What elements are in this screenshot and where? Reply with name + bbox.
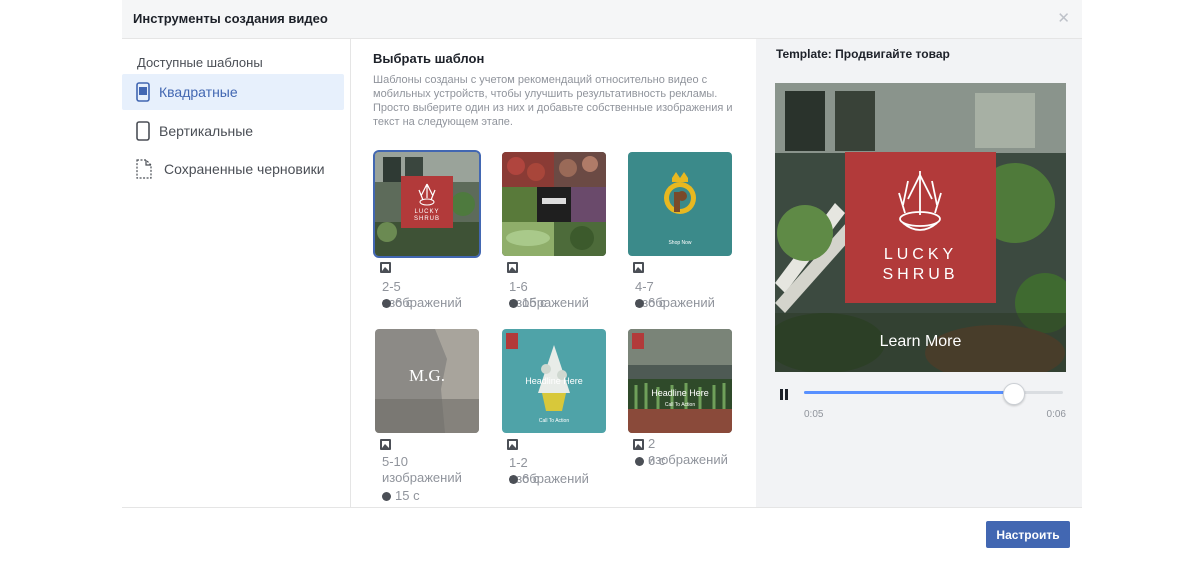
sidebar-item-vertical[interactable]: Вертикальные [122,113,344,149]
dialog-title: Инструменты создания видео [133,11,328,26]
sidebar-item-label: Вертикальные [159,123,254,139]
templates-title: Выбрать шаблон [373,51,485,66]
time-current: 0:05 [804,409,824,420]
thumb-headline-text: Headline Here [651,388,709,398]
video-preview[interactable]: LUCKY SHRUB Learn More [775,83,1066,372]
sidebar-item-label: Квадратные [159,84,238,100]
preview-brand-line1: LUCKY [883,246,958,263]
template-thumbnail[interactable]: Shop Now [628,152,732,256]
close-icon[interactable]: ✕ [1057,9,1070,27]
dialog-header: Инструменты создания видео ✕ [122,0,1082,39]
duration-value: 15 с [522,295,547,310]
thumb-brand-text: M.G. [409,366,445,385]
template-duration: 6 с [509,471,539,487]
template-duration: 6 с [635,453,665,469]
duration-value: 6 с [522,471,540,486]
sidebar-section-title: Доступные шаблоны [137,55,263,70]
clock-icon [382,492,391,502]
templates-panel: Выбрать шаблон Шаблоны созданы с учетом … [351,39,756,507]
image-icon [633,439,644,453]
template-images-count: 5-10 изображений [382,454,462,485]
template-thumbnail[interactable]: Headline Here Call To Action [628,329,732,433]
progress-knob[interactable] [1002,383,1025,405]
template-thumbnail[interactable]: LUCKY SHRUB [375,152,479,256]
image-icon [633,262,644,276]
clock-icon [509,475,518,485]
thumb-cta-text: Call To Action [538,418,570,424]
duration-value: 6 с [648,295,666,310]
square-phone-icon [136,82,150,107]
duration-value: 15 с [395,488,420,503]
pause-icon[interactable] [779,387,789,405]
sidebar-item-square[interactable]: Квадратные [122,74,344,110]
time-total: 0:06 [1046,409,1066,420]
template-duration: 6 с [382,295,412,311]
thumb-headline-text: Headline Here [525,376,583,386]
clock-icon [382,299,391,309]
image-icon [380,262,391,276]
video-controls: 0:05 0:06 [775,383,1066,423]
image-icon [507,439,518,453]
sidebar-item-drafts[interactable]: Сохраненные черновики [122,151,344,187]
thumb-cta-text: Shop Now [668,240,692,246]
template-thumbnail[interactable] [502,152,606,256]
duration-value: 6 с [648,453,666,468]
template-thumbnail[interactable]: Headline Here Call To Action [502,329,606,433]
clock-icon [635,299,644,309]
preview-cta: Learn More [879,333,962,350]
preview-title: Template: Продвигайте товар [776,47,950,61]
template-duration: 6 с [635,295,665,311]
image-icon [507,262,518,276]
progress-fill [804,391,1014,394]
duration-value: 6 с [395,295,413,310]
thumb-cta-text: Call To Action [664,402,696,408]
clock-icon [635,457,644,467]
thumb-brand-text: LUCKY SHRUB [413,209,440,222]
customize-button[interactable]: Настроить [986,521,1070,548]
vertical-phone-icon [136,121,150,146]
video-creation-dialog: Инструменты создания видео ✕ Доступные ш… [122,0,1082,563]
image-icon [380,439,391,453]
templates-sidebar: Доступные шаблоны Квадратные Вертикальны… [122,39,351,507]
preview-brand-line2: SHRUB [882,266,959,283]
preview-panel: Template: Продвигайте товар LUCKY SHRUB … [756,39,1082,507]
document-icon [136,159,152,184]
template-duration: 15 с [509,295,547,311]
clock-icon [509,299,518,309]
progress-track[interactable] [804,383,1063,405]
template-thumbnail[interactable]: M.G. [375,329,479,433]
dialog-footer: Настроить [122,507,1082,564]
templates-description: Шаблоны созданы с учетом рекомендаций от… [373,74,733,128]
sidebar-item-label: Сохраненные черновики [164,161,325,177]
template-duration: 15 с [382,488,420,504]
